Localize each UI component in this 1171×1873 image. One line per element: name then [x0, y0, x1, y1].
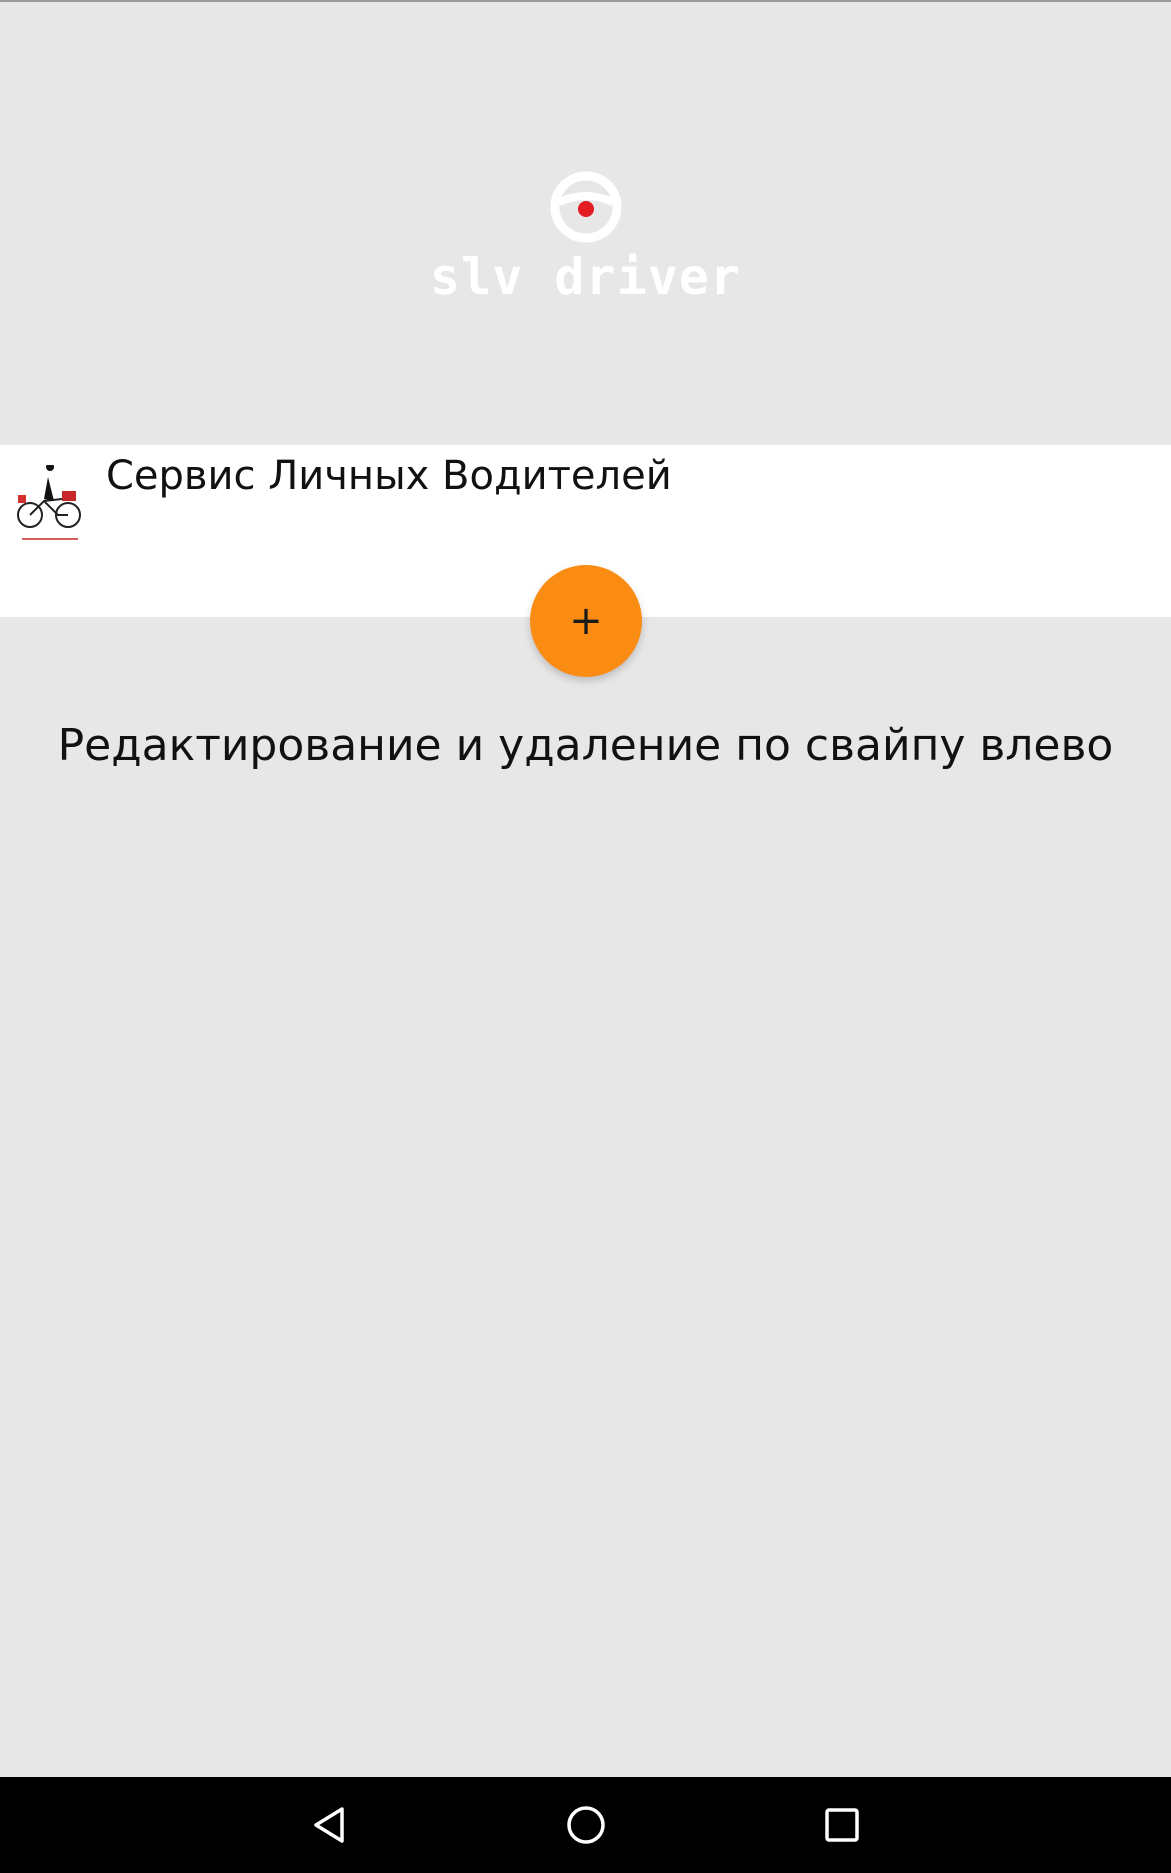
status-divider: [0, 0, 1171, 2]
list-item-title: Сервис Личных Водителей: [106, 453, 672, 499]
back-triangle-icon: [314, 1807, 344, 1843]
nav-back-button[interactable]: [300, 1795, 360, 1855]
nav-recents-button[interactable]: [812, 1795, 872, 1855]
app-logo: slv driver: [0, 170, 1171, 306]
home-circle-icon: [567, 1806, 605, 1844]
plus-icon: +: [569, 598, 603, 644]
swipe-hint-text: Редактирование и удаление по свайпу влев…: [57, 720, 1114, 771]
system-navigation-bar: [0, 1777, 1171, 1873]
nav-home-button[interactable]: [556, 1795, 616, 1855]
logo-text: slv driver: [429, 248, 742, 306]
cyclist-logo-icon: [17, 465, 81, 540]
steering-wheel-icon: [550, 171, 621, 243]
add-button[interactable]: +: [530, 565, 642, 677]
recents-square-icon: [825, 1808, 859, 1842]
